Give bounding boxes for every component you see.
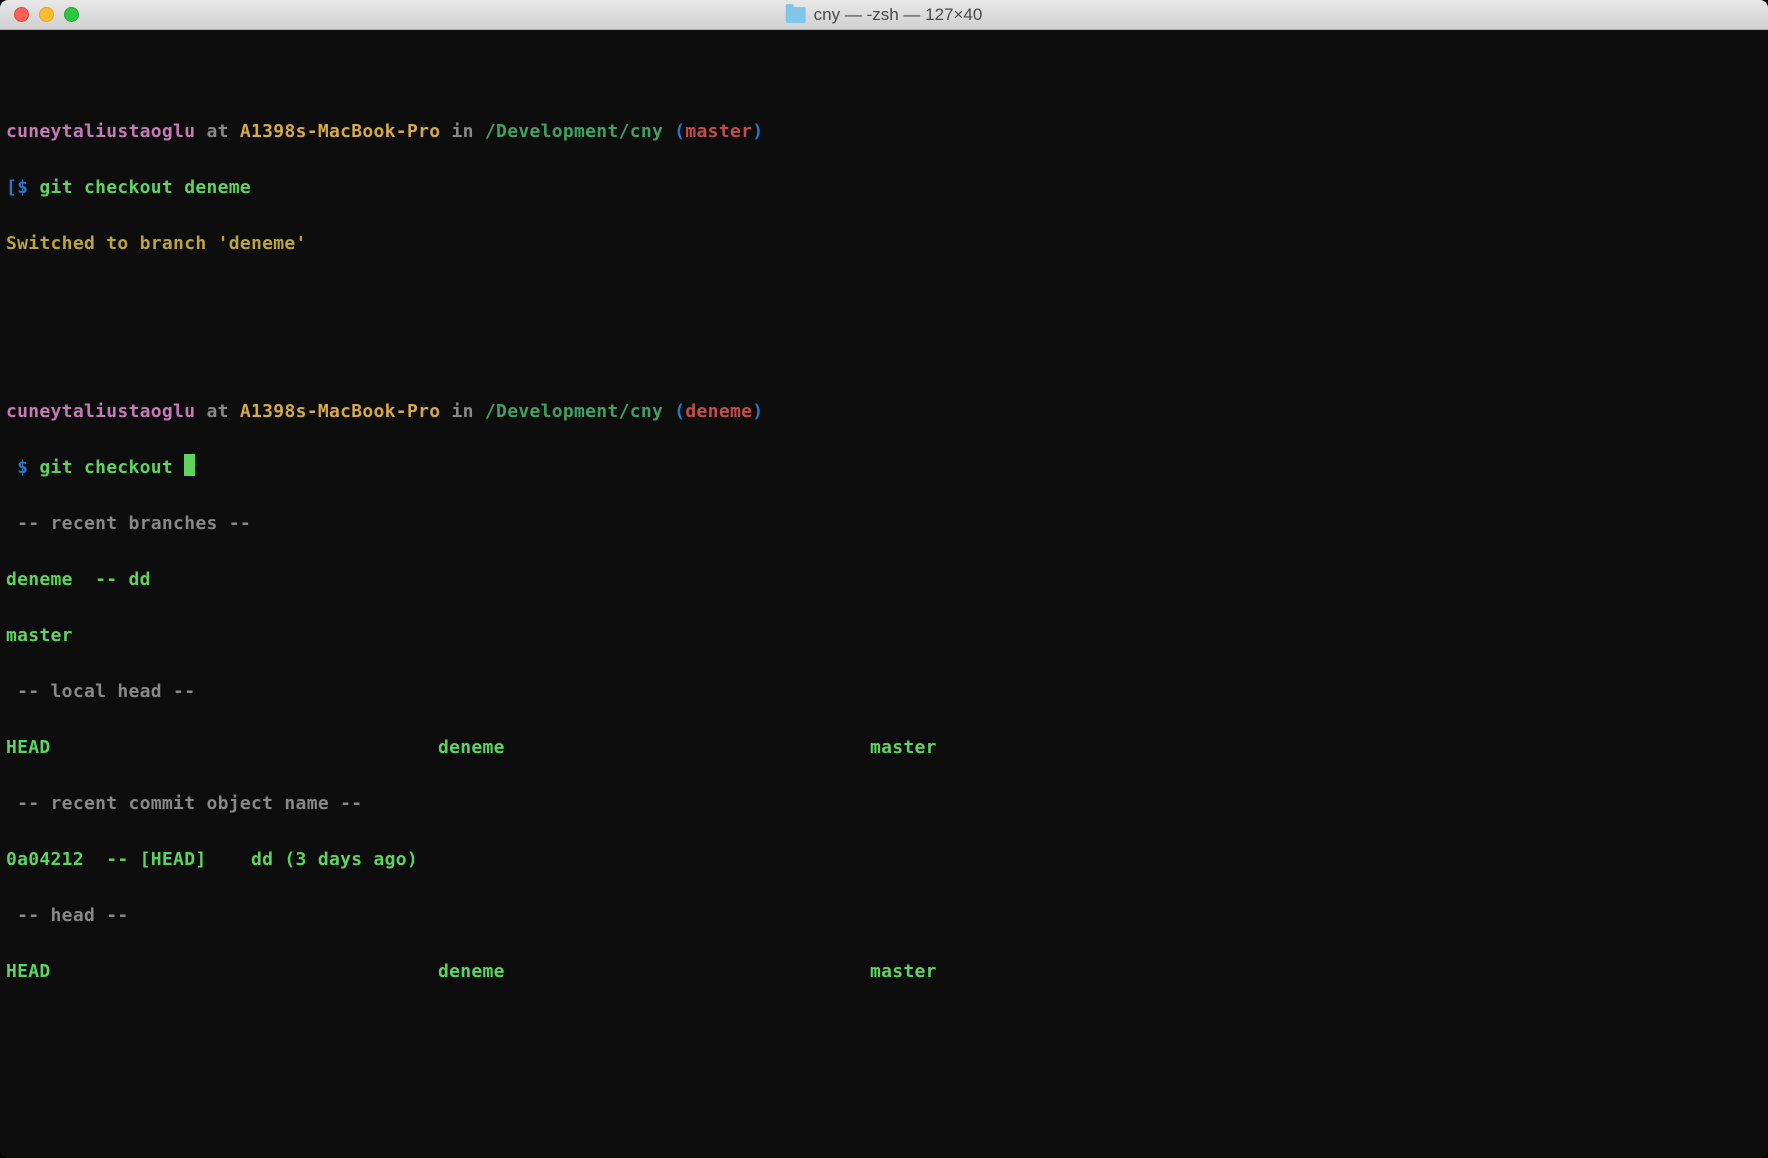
prompt-in: in <box>440 121 485 142</box>
completion-item: master <box>6 622 1762 650</box>
prompt-user: cuneytaliustaoglu <box>6 401 195 422</box>
minimize-button[interactable] <box>39 7 54 22</box>
prompt-path: /Development/cny <box>485 121 663 142</box>
completion-item: master <box>870 734 1302 762</box>
prompt-branch: master <box>685 121 752 142</box>
completion-item: deneme <box>438 958 870 986</box>
prompt-paren-close: ) <box>752 401 763 422</box>
command-text: git checkout <box>39 457 184 478</box>
blank-line <box>6 286 1762 314</box>
prompt-host: A1398s-MacBook-Pro <box>240 401 440 422</box>
completion-item: 0a04212 -- [HEAD] dd (3 days ago) <box>6 846 1762 874</box>
prompt-at: at <box>195 121 240 142</box>
prompt-paren-open: ( <box>663 401 685 422</box>
command-line-2: $ git checkout <box>6 454 1762 482</box>
prompt-paren-open: ( <box>663 121 685 142</box>
prompt-in: in <box>440 401 485 422</box>
blank-line <box>6 62 1762 90</box>
prompt-branch: deneme <box>685 401 752 422</box>
prompt-symbol: $ <box>6 457 39 478</box>
folder-icon <box>786 7 806 23</box>
section-recent-branches: -- recent branches -- <box>6 510 1762 538</box>
prompt-line-2: cuneytaliustaoglu at A1398s-MacBook-Pro … <box>6 398 1762 426</box>
completion-item: HEAD <box>6 734 438 762</box>
prompt-line-1: cuneytaliustaoglu at A1398s-MacBook-Pro … <box>6 118 1762 146</box>
prompt-paren-close: ) <box>752 121 763 142</box>
blank-line <box>6 342 1762 370</box>
window-title: cny — -zsh — 127×40 <box>814 5 983 25</box>
command-text: git checkout deneme <box>39 177 251 198</box>
cursor-icon <box>184 454 195 476</box>
completion-item: deneme -- dd <box>6 566 1762 594</box>
maximize-button[interactable] <box>64 7 79 22</box>
traffic-lights <box>0 7 79 22</box>
terminal-content[interactable]: cuneytaliustaoglu at A1398s-MacBook-Pro … <box>0 30 1768 1158</box>
completion-row: HEADdenememaster <box>6 958 1762 986</box>
command-line-1: [$ git checkout deneme <box>6 174 1762 202</box>
prompt-user: cuneytaliustaoglu <box>6 121 195 142</box>
prompt-at: at <box>195 401 240 422</box>
section-local-head: -- local head -- <box>6 678 1762 706</box>
completion-item: HEAD <box>6 958 438 986</box>
section-head: -- head -- <box>6 902 1762 930</box>
titlebar: cny — -zsh — 127×40 <box>0 0 1768 30</box>
window-title-area: cny — -zsh — 127×40 <box>786 5 983 25</box>
prompt-path: /Development/cny <box>485 401 663 422</box>
close-button[interactable] <box>14 7 29 22</box>
section-recent-commit: -- recent commit object name -- <box>6 790 1762 818</box>
output-line-1: Switched to branch 'deneme' <box>6 230 1762 258</box>
prompt-host: A1398s-MacBook-Pro <box>240 121 440 142</box>
completion-item: deneme <box>438 734 870 762</box>
prompt-symbol: [$ <box>6 177 39 198</box>
terminal-window: cny — -zsh — 127×40 cuneytaliustaoglu at… <box>0 0 1768 1158</box>
completion-row: HEADdenememaster <box>6 734 1762 762</box>
completion-item: master <box>870 958 1302 986</box>
